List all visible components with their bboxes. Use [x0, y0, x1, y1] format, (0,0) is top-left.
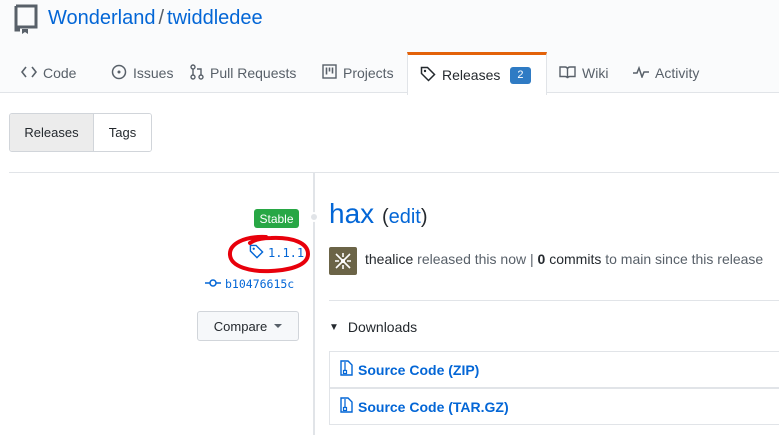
section-divider	[9, 172, 779, 173]
tab-projects-label: Projects	[343, 65, 394, 81]
downloads-label: Downloads	[347, 319, 418, 335]
repo-icon	[13, 4, 39, 39]
pulse-icon	[633, 65, 655, 81]
release-commit-label: b10476615c	[225, 277, 295, 291]
tab-issues-label: Issues	[133, 65, 174, 81]
book-icon	[559, 65, 582, 82]
releases-counter: 2	[510, 66, 531, 84]
release-title-link[interactable]: hax	[329, 198, 374, 229]
repo-separator: /	[158, 7, 165, 29]
chevron-down-icon	[274, 324, 283, 328]
to-main-text: to main	[605, 251, 652, 267]
asset-source-zip[interactable]: Source Code (ZIP)	[329, 351, 779, 388]
code-icon	[20, 65, 43, 81]
avatar[interactable]	[329, 247, 357, 275]
tab-issues[interactable]: Issues	[99, 52, 173, 94]
released-text: released this now |	[417, 251, 534, 267]
releases-subnav: Releases Tags	[9, 113, 152, 152]
tab-pull-requests[interactable]: Pull Requests	[178, 52, 296, 94]
timeline-dot	[309, 212, 319, 222]
tab-projects[interactable]: Projects	[310, 52, 394, 94]
subnav-tags[interactable]: Tags	[94, 114, 151, 151]
asset-zip-label: Source Code (ZIP)	[358, 361, 480, 378]
tag-icon	[420, 66, 442, 85]
tab-releases-label: Releases	[442, 67, 501, 83]
release-meta: thealice released this now | 0 commits t…	[365, 251, 763, 267]
pull-request-icon	[190, 63, 210, 83]
repo-name-link[interactable]: twiddledee	[167, 7, 263, 29]
avatar-pattern-icon	[335, 253, 351, 269]
release-title: hax (edit)	[329, 198, 428, 230]
edit-paren-close: )	[420, 206, 428, 228]
edit-paren-open: (	[381, 206, 389, 228]
downloads-toggle[interactable]: ▼ Downloads	[329, 319, 417, 335]
tab-pull-requests-label: Pull Requests	[210, 65, 297, 81]
tab-wiki-label: Wiki	[582, 65, 609, 81]
red-circle-annotation	[228, 234, 311, 274]
asset-targz-label: Source Code (TAR.GZ)	[358, 398, 509, 415]
meta-divider	[329, 300, 779, 301]
file-zip-icon	[340, 360, 358, 379]
subnav-releases[interactable]: Releases	[10, 114, 94, 151]
tab-wiki[interactable]: Wiki	[547, 52, 608, 94]
since-text: since this release	[655, 251, 764, 267]
release-commit-link[interactable]: b10476615c	[205, 277, 294, 291]
tab-activity-label: Activity	[655, 65, 700, 81]
tab-releases[interactable]: Releases 2	[407, 52, 547, 95]
commits-label[interactable]: commits	[549, 251, 601, 267]
asset-source-targz[interactable]: Source Code (TAR.GZ)	[329, 388, 779, 425]
commit-icon	[205, 277, 225, 291]
compare-button-label: Compare	[213, 318, 268, 334]
file-zip-icon	[340, 397, 358, 416]
compare-button[interactable]: Compare	[197, 311, 299, 341]
project-icon	[322, 64, 343, 82]
edit-release-link[interactable]: edit	[389, 206, 421, 228]
tab-code-label: Code	[43, 65, 77, 81]
issue-icon	[111, 64, 133, 83]
repo-title: Wonderland / twiddledee	[48, 7, 263, 30]
repo-owner-link[interactable]: Wonderland	[48, 7, 155, 29]
commits-count[interactable]: 0	[538, 251, 546, 267]
author-link[interactable]: thealice	[365, 251, 413, 267]
triangle-down-icon: ▼	[329, 321, 339, 333]
stable-badge: Stable	[254, 209, 299, 228]
tab-activity[interactable]: Activity	[621, 52, 699, 94]
tab-code[interactable]: Code	[9, 52, 76, 94]
